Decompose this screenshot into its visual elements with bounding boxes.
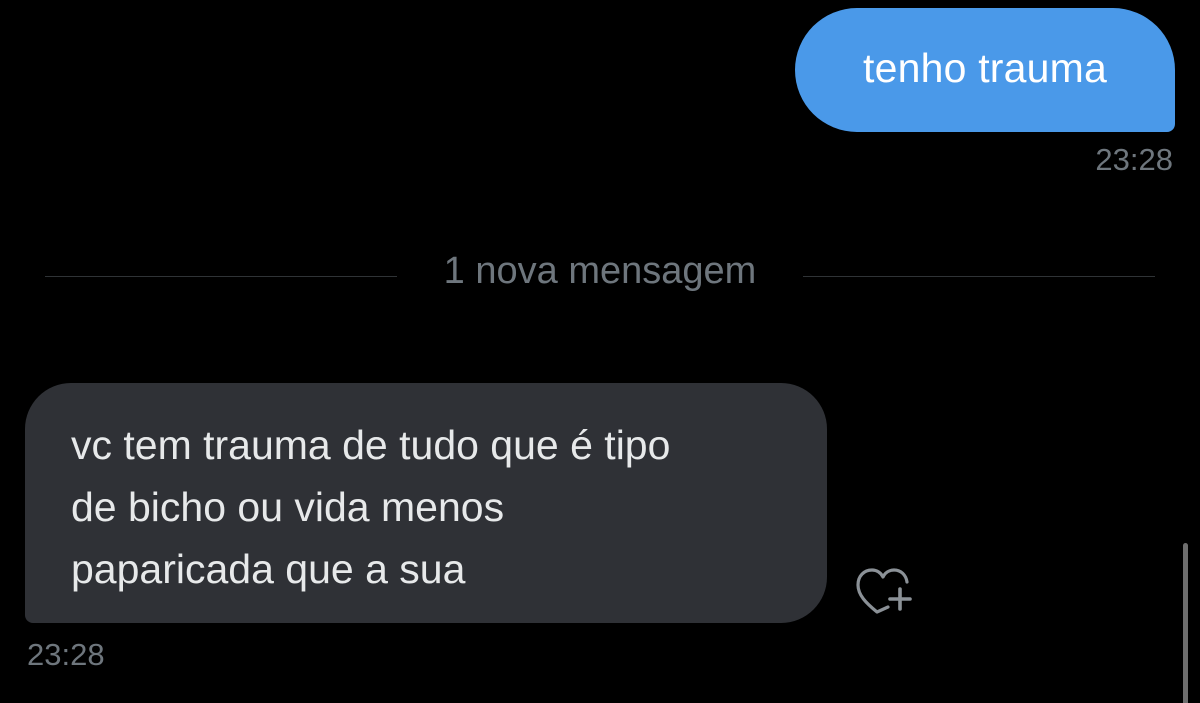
received-message-timestamp: 23:28 — [27, 637, 105, 672]
received-message-line: de bicho ou vida menos — [71, 484, 505, 530]
received-message-bubble[interactable]: vc tem trauma de tudo que é tipo de bicho… — [25, 383, 827, 623]
new-message-divider-right — [803, 276, 1155, 277]
new-message-divider-left — [45, 276, 397, 277]
scrollbar[interactable] — [1183, 543, 1188, 703]
sent-message-text: tenho trauma — [863, 44, 1107, 91]
heart-plus-icon[interactable] — [852, 563, 914, 615]
received-message-text: vc tem trauma de tudo que é tipo de bicho… — [71, 414, 787, 600]
sent-message-bubble[interactable]: tenho trauma — [795, 8, 1175, 132]
dm-conversation: tenho trauma 23:28 1 nova mensagem vc te… — [0, 0, 1200, 703]
new-message-divider-label: 1 nova mensagem — [443, 250, 757, 292]
sent-message-timestamp: 23:28 — [1095, 142, 1173, 177]
received-message-line: vc tem trauma de tudo que é tipo — [71, 422, 671, 468]
received-message-line: paparicada que a sua — [71, 546, 466, 592]
